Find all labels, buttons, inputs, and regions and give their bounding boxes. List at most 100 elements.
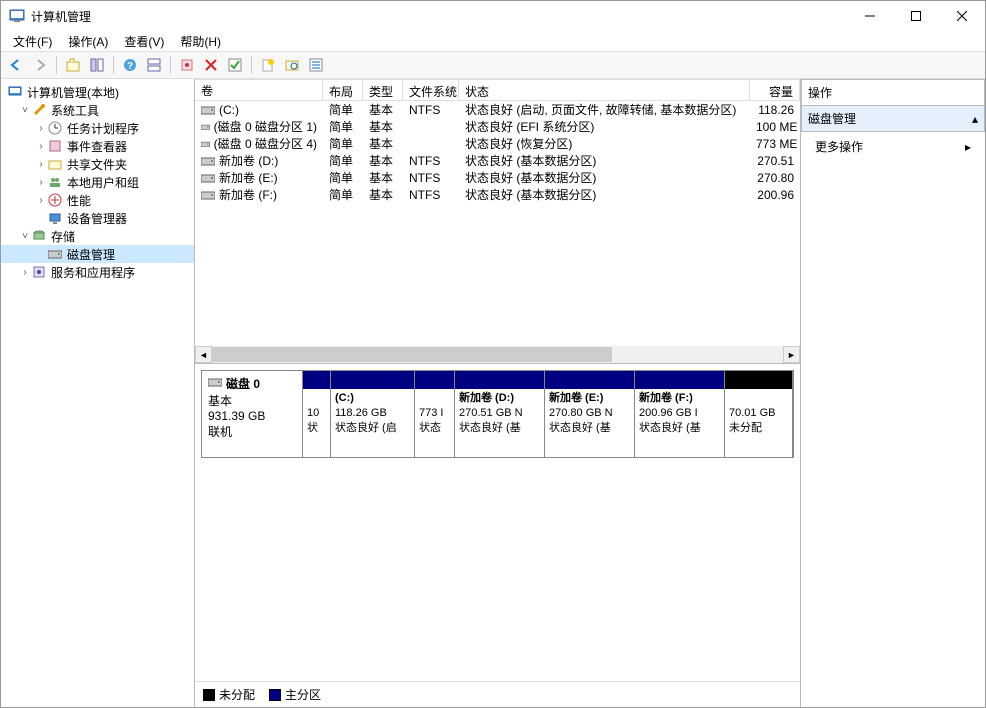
volume-fs: NTFS [403,188,459,202]
menu-action[interactable]: 操作(A) [60,31,116,52]
tree-event-viewer[interactable]: › 事件查看器 [1,137,194,155]
actions-header: 操作 [801,79,985,106]
partition[interactable]: (C:)118.26 GB状态良好 (启 [331,371,415,457]
volume-capacity: 200.96 [750,188,800,202]
table-row[interactable]: (磁盘 0 磁盘分区 1)简单基本状态良好 (EFI 系统分区)100 ME [195,118,800,135]
separator [56,56,57,74]
maximize-button[interactable] [893,1,939,31]
col-capacity[interactable]: 容量 [750,79,800,100]
volume-type: 基本 [363,118,403,135]
table-row[interactable]: 新加卷 (F:)简单基本NTFS状态良好 (基本数据分区)200.96 [195,186,800,203]
event-icon [47,138,63,154]
layout-button[interactable] [143,54,165,76]
tools-icon [31,102,47,118]
settings-button[interactable] [176,54,198,76]
partition-header [303,371,330,389]
expand-icon[interactable]: › [35,195,47,206]
volume-type: 基本 [363,135,403,152]
check-button[interactable] [224,54,246,76]
new-button[interactable] [257,54,279,76]
collapse-icon[interactable]: ˅ [19,231,31,242]
disk-info[interactable]: 磁盘 0 基本 931.39 GB 联机 [201,370,303,458]
tree-system-tools[interactable]: ˅ 系统工具 [1,101,194,119]
console-tree[interactable]: 计算机管理(本地) ˅ 系统工具 › 任务计划程序 › 事件查看器 › 共享文件… [1,79,195,707]
col-layout[interactable]: 布局 [323,79,363,100]
find-button[interactable] [281,54,303,76]
partition-header [415,371,454,389]
back-button[interactable] [5,54,27,76]
collapse-icon[interactable]: ˅ [19,105,31,116]
partition[interactable]: 773 I状态 [415,371,455,457]
tree-device-manager[interactable]: › 设备管理器 [1,209,194,227]
disk-icon [47,246,63,262]
disk-row[interactable]: 磁盘 0 基本 931.39 GB 联机 10状(C:)118.26 GB状态良… [201,370,794,458]
volume-capacity: 270.51 [750,154,800,168]
swatch-primary [269,689,281,701]
partition-body: 新加卷 (E:)270.80 GB N状态良好 (基 [545,389,634,457]
minimize-button[interactable] [847,1,893,31]
menu-help[interactable]: 帮助(H) [172,31,229,52]
actions-more[interactable]: 更多操作 ▸ [801,132,985,161]
disk-size: 931.39 GB [208,409,296,423]
chevron-right-icon: ▸ [965,140,971,154]
tree-disk-management[interactable]: › 磁盘管理 [1,245,194,263]
scroll-thumb[interactable] [212,347,612,362]
tree-shared-folders[interactable]: › 共享文件夹 [1,155,194,173]
h-scrollbar[interactable]: ◄ ► [195,346,800,363]
col-volume[interactable]: 卷 [195,79,323,100]
tree-storage[interactable]: ˅ 存储 [1,227,194,245]
table-body[interactable]: (C:)简单基本NTFS状态良好 (启动, 页面文件, 故障转储, 基本数据分区… [195,101,800,346]
col-filesystem[interactable]: 文件系统 [403,79,459,100]
actions-category[interactable]: 磁盘管理 ▴ [801,106,985,132]
expand-icon[interactable]: › [35,123,47,134]
partition-unallocated[interactable]: 70.01 GB未分配 [725,371,793,457]
expand-icon[interactable]: › [19,267,31,278]
tree-task-scheduler[interactable]: › 任务计划程序 [1,119,194,137]
table-row[interactable]: 新加卷 (E:)简单基本NTFS状态良好 (基本数据分区)270.80 [195,169,800,186]
volume-name: (C:) [219,103,239,117]
show-hide-button[interactable] [86,54,108,76]
scroll-track[interactable] [212,346,783,363]
perf-icon [47,192,63,208]
volume-list[interactable]: 卷 布局 类型 文件系统 状态 容量 (C:)简单基本NTFS状态良好 (启动,… [195,79,800,364]
menu-file[interactable]: 文件(F) [5,31,60,52]
table-row[interactable]: (磁盘 0 磁盘分区 4)简单基本状态良好 (恢复分区)773 ME [195,135,800,152]
tree-root[interactable]: 计算机管理(本地) [1,83,194,101]
table-row[interactable]: (C:)简单基本NTFS状态良好 (启动, 页面文件, 故障转储, 基本数据分区… [195,101,800,118]
scroll-left-icon[interactable]: ◄ [195,346,212,363]
forward-button[interactable] [29,54,51,76]
swatch-unalloc [203,689,215,701]
menu-view[interactable]: 查看(V) [116,31,172,52]
volume-icon [201,172,215,184]
help-button[interactable]: ? [119,54,141,76]
col-status[interactable]: 状态 [459,79,750,100]
table-row[interactable]: 新加卷 (D:)简单基本NTFS状态良好 (基本数据分区)270.51 [195,152,800,169]
partition-header [725,371,792,389]
volume-layout: 简单 [323,118,363,135]
partition[interactable]: 10状 [303,371,331,457]
expand-icon[interactable]: › [35,159,47,170]
partition[interactable]: 新加卷 (E:)270.80 GB N状态良好 (基 [545,371,635,457]
partition[interactable]: 新加卷 (F:)200.96 GB I状态良好 (基 [635,371,725,457]
close-button[interactable] [939,1,985,31]
expand-icon[interactable]: › [35,141,47,152]
partition-header [545,371,634,389]
legend-primary: 主分区 [269,686,321,703]
partition-header [455,371,544,389]
up-button[interactable] [62,54,84,76]
volume-layout: 简单 [323,169,363,186]
list-button[interactable] [305,54,327,76]
expand-icon[interactable]: › [35,177,47,188]
partition[interactable]: 新加卷 (D:)270.51 GB N状态良好 (基 [455,371,545,457]
tree-services-apps[interactable]: › 服务和应用程序 [1,263,194,281]
tree-local-users[interactable]: › 本地用户和组 [1,173,194,191]
volume-icon [201,104,215,116]
tree-perf[interactable]: › 性能 [1,191,194,209]
volume-status: 状态良好 (基本数据分区) [459,186,750,203]
volume-type: 基本 [363,101,403,118]
delete-button[interactable] [200,54,222,76]
col-type[interactable]: 类型 [363,79,403,100]
device-icon [47,210,63,226]
scroll-right-icon[interactable]: ► [783,346,800,363]
disk-graphic-area[interactable]: 磁盘 0 基本 931.39 GB 联机 10状(C:)118.26 GB状态良… [195,364,800,681]
